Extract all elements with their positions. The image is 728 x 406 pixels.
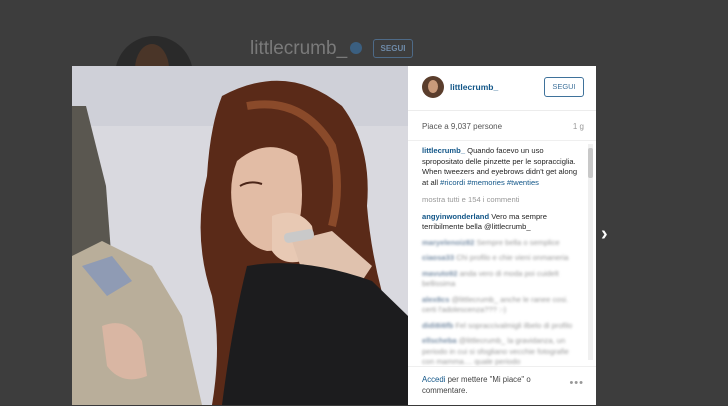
post-time[interactable]: 1 g [573, 122, 584, 131]
caption-author[interactable]: littlecrumb_ [422, 146, 465, 155]
comments-scrollbar[interactable] [588, 144, 593, 360]
comment-author[interactable]: mavuto92 [422, 269, 457, 278]
comment-text: Chi profilo e chie vieni onmaneria [456, 253, 569, 262]
hashtag-link[interactable]: #ricordi [440, 178, 465, 187]
post-footer: Accedi per mettere "Mi piace" o commenta… [408, 366, 596, 406]
post-header: littlecrumb_ SEGUI [408, 66, 596, 111]
comment-author[interactable]: ellscheba [422, 336, 457, 345]
verified-badge-icon [350, 42, 362, 54]
login-prompt: Accedi per mettere "Mi piace" o commenta… [422, 374, 562, 396]
author-avatar[interactable] [422, 76, 444, 98]
post-photo-image [72, 66, 408, 405]
profile-follow-button[interactable]: SEGUI [373, 39, 413, 58]
likes-row: Piace a 9,037 persone 1 g [408, 110, 596, 141]
comment-item: alex8cs @littlecrumb_ anche le ranee cos… [422, 295, 582, 316]
comment-item: didi8i6fb Fel sopraccivalmigli ilbelo di… [422, 321, 582, 332]
comments-list: littlecrumb_ Quando facevo un uso spropo… [422, 146, 582, 373]
comment-item: mavuto92 anda vero di moda poi cuidelt b… [422, 269, 582, 290]
comment-author[interactable]: maryelenoiz82 [422, 238, 474, 247]
post-modal: littlecrumb_ SEGUI Piace a 9,037 persone… [72, 66, 596, 405]
chevron-right-icon[interactable]: › [601, 224, 613, 244]
ellipsis-icon[interactable]: ••• [569, 377, 584, 389]
post-photo [72, 66, 408, 405]
comment-item: angyinwonderland Vero ma sempre terribil… [422, 212, 582, 233]
likes-count[interactable]: Piace a 9,037 persone [422, 122, 502, 131]
comment-text: Sempre bella o semplice [476, 237, 560, 247]
post-sidebar: littlecrumb_ SEGUI Piace a 9,037 persone… [408, 66, 596, 405]
scrollbar-thumb[interactable] [588, 148, 593, 178]
profile-username: littlecrumb_ [250, 38, 348, 59]
comment-author[interactable]: didi8i6fb [422, 321, 453, 330]
comment-item: ellscheba @littlecrumb_ la gravidanza, u… [422, 336, 582, 368]
comment-author[interactable]: alex8cs [422, 295, 449, 304]
comment-author[interactable]: ciaosa33 [422, 253, 454, 262]
caption: littlecrumb_ Quando facevo un uso spropo… [422, 146, 582, 188]
show-all-comments-link[interactable]: mostra tutti e 154 i commenti [422, 195, 582, 206]
follow-button[interactable]: SEGUI [544, 77, 584, 97]
comment-item: ciaosa33 Chi profilo e chie vieni onmane… [422, 253, 582, 264]
author-username[interactable]: littlecrumb_ [450, 82, 498, 92]
login-link[interactable]: Accedi [422, 375, 445, 384]
comment-text: Fel sopraccivalmigli ilbelo di profilo [455, 320, 573, 330]
hashtag-link[interactable]: #memories [467, 178, 505, 187]
comment-author[interactable]: angyinwonderland [422, 212, 489, 221]
hashtag-link[interactable]: #twenties [507, 178, 539, 187]
comment-item: maryelenoiz82 Sempre bella o semplice [422, 238, 582, 249]
